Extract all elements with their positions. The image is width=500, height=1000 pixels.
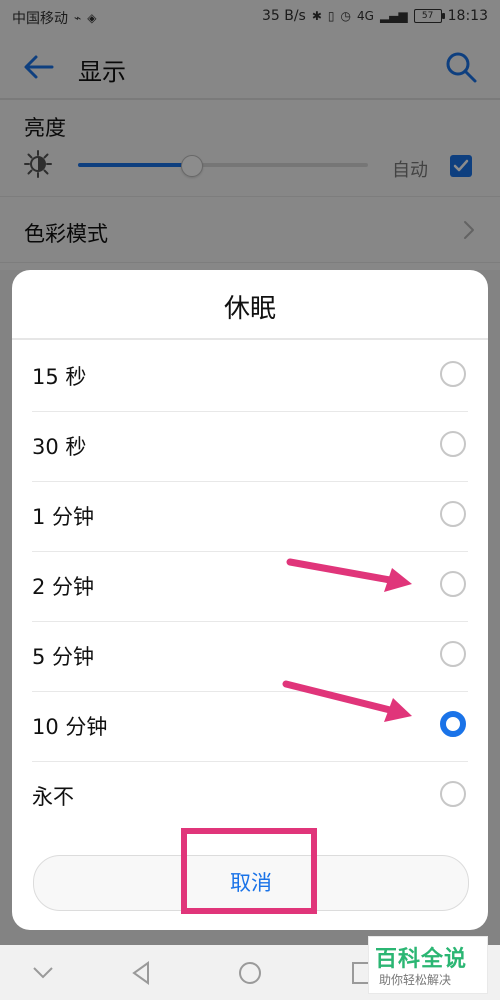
watermark-logo: 百科全说 助你轻松解决 [368,936,488,994]
hide-nav-chevron-icon[interactable] [30,960,56,986]
radio-button-selected[interactable] [440,711,466,737]
radio-button[interactable] [440,361,466,387]
option-label: 永不 [32,785,74,809]
watermark-subtitle: 助你轻松解决 [379,973,452,987]
radio-button[interactable] [440,571,466,597]
radio-button[interactable] [440,781,466,807]
annotation-highlight-box [181,828,317,914]
radio-button[interactable] [440,641,466,667]
sleep-option-1min[interactable]: 1 分钟 [32,481,468,552]
radio-button[interactable] [440,501,466,527]
annotation-arrow-icon [286,558,412,592]
option-label: 5 分钟 [32,645,95,669]
back-triangle-icon[interactable] [128,960,154,986]
annotation-arrow-icon [282,680,412,722]
option-label: 15 秒 [32,365,87,389]
dialog-title: 休眠 [223,294,276,324]
radio-button[interactable] [440,431,466,457]
dialog-title-divider [12,338,488,340]
sleep-option-never[interactable]: 永不 [32,761,468,831]
option-label: 10 分钟 [32,715,108,739]
sleep-option-30s[interactable]: 30 秒 [32,411,468,482]
option-label: 2 分钟 [32,575,95,599]
option-label: 1 分钟 [32,505,95,529]
sleep-option-15s[interactable]: 15 秒 [32,341,468,412]
option-label: 30 秒 [32,435,87,459]
home-circle-icon[interactable] [237,960,263,986]
watermark-title: 百科全说 [375,947,468,972]
